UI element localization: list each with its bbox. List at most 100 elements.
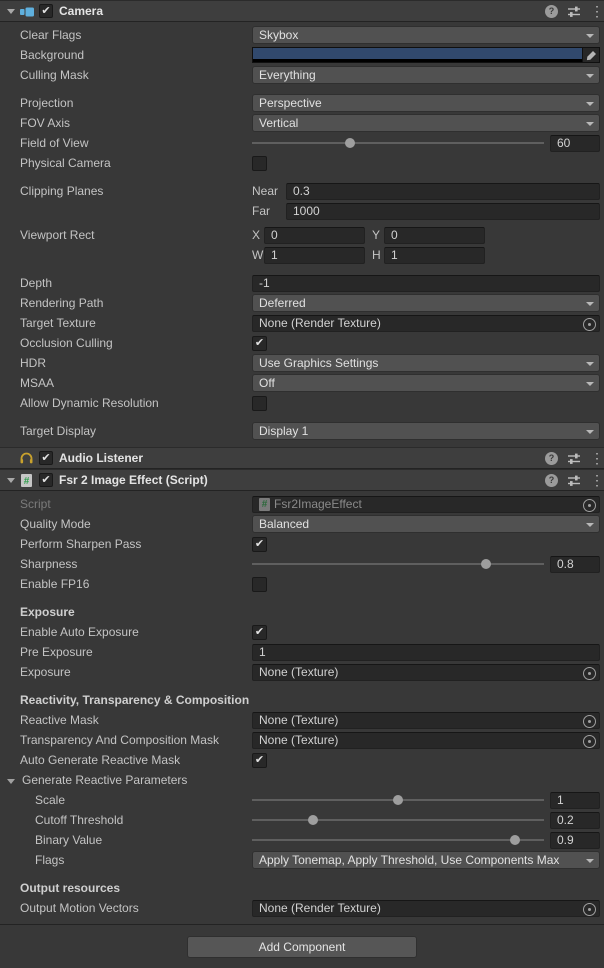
input-y[interactable]: 0 bbox=[384, 227, 485, 244]
object-field-transparency-and-composition-mask[interactable]: None (Texture) bbox=[252, 732, 600, 749]
slider-value-cutoff-threshold[interactable]: 0.2 bbox=[550, 812, 600, 829]
slider-track[interactable] bbox=[252, 819, 544, 821]
checkbox-physical-camera[interactable] bbox=[252, 156, 267, 171]
row-enable-auto-exposure: Enable Auto Exposure✔ bbox=[0, 622, 604, 642]
slider-value-text: 0.2 bbox=[557, 813, 574, 827]
label-projection: Projection bbox=[0, 96, 252, 110]
dropdown-quality-mode[interactable]: Balanced bbox=[252, 515, 600, 533]
dropdown-projection[interactable]: Perspective bbox=[252, 94, 600, 112]
slider-knob[interactable] bbox=[393, 795, 403, 805]
object-field-reactive-mask[interactable]: None (Texture) bbox=[252, 712, 600, 729]
slider-scale[interactable] bbox=[252, 790, 544, 810]
input-w[interactable]: 1 bbox=[264, 247, 365, 264]
dropdown-culling-mask[interactable]: Everything bbox=[252, 66, 600, 84]
chevron-down-icon bbox=[586, 302, 594, 306]
object-field-output-motion-vectors[interactable]: None (Render Texture) bbox=[252, 900, 600, 917]
object-field-exposure[interactable]: None (Texture) bbox=[252, 664, 600, 681]
checkbox-enable-fp16[interactable] bbox=[252, 577, 267, 592]
slider-knob[interactable] bbox=[308, 815, 318, 825]
dropdown-value: Balanced bbox=[259, 517, 309, 531]
dropdown-rendering-path[interactable]: Deferred bbox=[252, 294, 600, 312]
slider-knob[interactable] bbox=[345, 138, 355, 148]
checkbox-occlusion-culling[interactable]: ✔ bbox=[252, 336, 267, 351]
slider-value-scale[interactable]: 1 bbox=[550, 792, 600, 809]
headphones-icon bbox=[19, 451, 34, 465]
object-picker-icon[interactable] bbox=[583, 667, 596, 680]
object-field-value: None (Texture) bbox=[259, 665, 338, 679]
component-enabled-checkbox[interactable]: ✔ bbox=[39, 4, 53, 18]
menu-button[interactable]: ⋮ bbox=[590, 474, 598, 487]
help-button[interactable]: ? bbox=[545, 452, 558, 465]
help-button[interactable]: ? bbox=[545, 474, 558, 487]
input-pre-exposure[interactable]: 1 bbox=[252, 644, 600, 661]
slider-sharpness[interactable] bbox=[252, 554, 544, 574]
presets-button[interactable] bbox=[567, 452, 581, 465]
component-header-camera[interactable]: ✔Camera?⋮ bbox=[0, 0, 604, 22]
checkbox-enable-auto-exposure[interactable]: ✔ bbox=[252, 625, 267, 640]
row-gap bbox=[0, 682, 604, 690]
object-picker-icon[interactable] bbox=[583, 499, 596, 512]
slider-binary-value[interactable] bbox=[252, 830, 544, 850]
component-header-fsr-2-image-effect-script[interactable]: #✔Fsr 2 Image Effect (Script)?⋮ bbox=[0, 469, 604, 491]
input-near[interactable]: 0.3 bbox=[286, 183, 600, 200]
input-h[interactable]: 1 bbox=[384, 247, 485, 264]
label-script: Script bbox=[0, 497, 252, 511]
slider-track[interactable] bbox=[252, 142, 544, 144]
slider-track[interactable] bbox=[252, 839, 544, 841]
foldout-arrow[interactable] bbox=[4, 9, 18, 14]
dropdown-hdr[interactable]: Use Graphics Settings bbox=[252, 354, 600, 372]
label-occlusion-culling: Occlusion Culling bbox=[0, 336, 252, 350]
slider-track[interactable] bbox=[252, 799, 544, 801]
slider-value-field-of-view[interactable]: 60 bbox=[550, 135, 600, 152]
component-header-audio-listener[interactable]: ✔ Audio Listener? ⋮ bbox=[0, 447, 604, 469]
eyedropper-button[interactable] bbox=[583, 47, 600, 63]
checkbox-auto-generate-reactive-mask[interactable]: ✔ bbox=[252, 753, 267, 768]
slider-field-of-view[interactable] bbox=[252, 133, 544, 153]
add-component-button[interactable]: Add Component bbox=[187, 936, 417, 958]
checkbox-allow-dynamic-resolution[interactable] bbox=[252, 396, 267, 411]
color-field-background[interactable] bbox=[252, 47, 583, 63]
object-field-target-texture[interactable]: None (Render Texture) bbox=[252, 315, 600, 332]
row-exposure: Exposure bbox=[0, 602, 604, 622]
row-exposure: ExposureNone (Texture) bbox=[0, 662, 604, 682]
slider-knob[interactable] bbox=[481, 559, 491, 569]
presets-button[interactable] bbox=[567, 5, 581, 18]
foldout-triangle-icon[interactable] bbox=[7, 779, 15, 784]
input-far[interactable]: 1000 bbox=[286, 203, 600, 220]
checkbox-perform-sharpen-pass[interactable]: ✔ bbox=[252, 537, 267, 552]
dropdown-msaa[interactable]: Off bbox=[252, 374, 600, 392]
component-enabled-checkbox[interactable]: ✔ bbox=[39, 473, 53, 487]
component-body-fsr-2-image-effect-script: Script#Fsr2ImageEffectQuality ModeBalanc… bbox=[0, 491, 604, 924]
row-culling-mask: Culling MaskEverything bbox=[0, 65, 604, 85]
object-field-value: Fsr2ImageEffect bbox=[274, 497, 362, 511]
row-enable-fp16: Enable FP16 bbox=[0, 574, 604, 594]
presets-button[interactable] bbox=[567, 474, 581, 487]
object-field-script[interactable]: #Fsr2ImageEffect bbox=[252, 496, 600, 513]
label-auto-generate-reactive-mask: Auto Generate Reactive Mask bbox=[0, 753, 252, 767]
dropdown-target-display[interactable]: Display 1 bbox=[252, 422, 600, 440]
dropdown-flags[interactable]: Apply Tonemap, Apply Threshold, Use Comp… bbox=[252, 851, 600, 869]
slider-track[interactable] bbox=[252, 563, 544, 565]
component-enabled-checkbox[interactable]: ✔ bbox=[39, 451, 53, 465]
foldout-arrow[interactable] bbox=[4, 478, 18, 483]
input-depth[interactable]: -1 bbox=[252, 275, 600, 292]
object-picker-icon[interactable] bbox=[583, 903, 596, 916]
object-picker-icon[interactable] bbox=[583, 318, 596, 331]
help-button[interactable]: ? bbox=[545, 5, 558, 18]
dropdown-fov-axis[interactable]: Vertical bbox=[252, 114, 600, 132]
label-depth: Depth bbox=[0, 276, 252, 290]
slider-knob[interactable] bbox=[510, 835, 520, 845]
slider-value-binary-value[interactable]: 0.9 bbox=[550, 832, 600, 849]
slider-value-sharpness[interactable]: 0.8 bbox=[550, 556, 600, 573]
menu-button[interactable]: ⋮ bbox=[590, 5, 598, 18]
label-reactivity-transparency-composition: Reactivity, Transparency & Composition bbox=[0, 693, 580, 707]
dropdown-clear-flags[interactable]: Skybox bbox=[252, 26, 600, 44]
component-title: Audio Listener bbox=[59, 451, 143, 465]
label-output-motion-vectors: Output Motion Vectors bbox=[0, 901, 252, 915]
input-x[interactable]: 0 bbox=[264, 227, 365, 244]
slider-cutoff-threshold[interactable] bbox=[252, 810, 544, 830]
object-picker-icon[interactable] bbox=[583, 715, 596, 728]
row-occlusion-culling: Occlusion Culling✔ bbox=[0, 333, 604, 353]
menu-button[interactable]: ⋮ bbox=[590, 452, 598, 465]
object-picker-icon[interactable] bbox=[583, 735, 596, 748]
